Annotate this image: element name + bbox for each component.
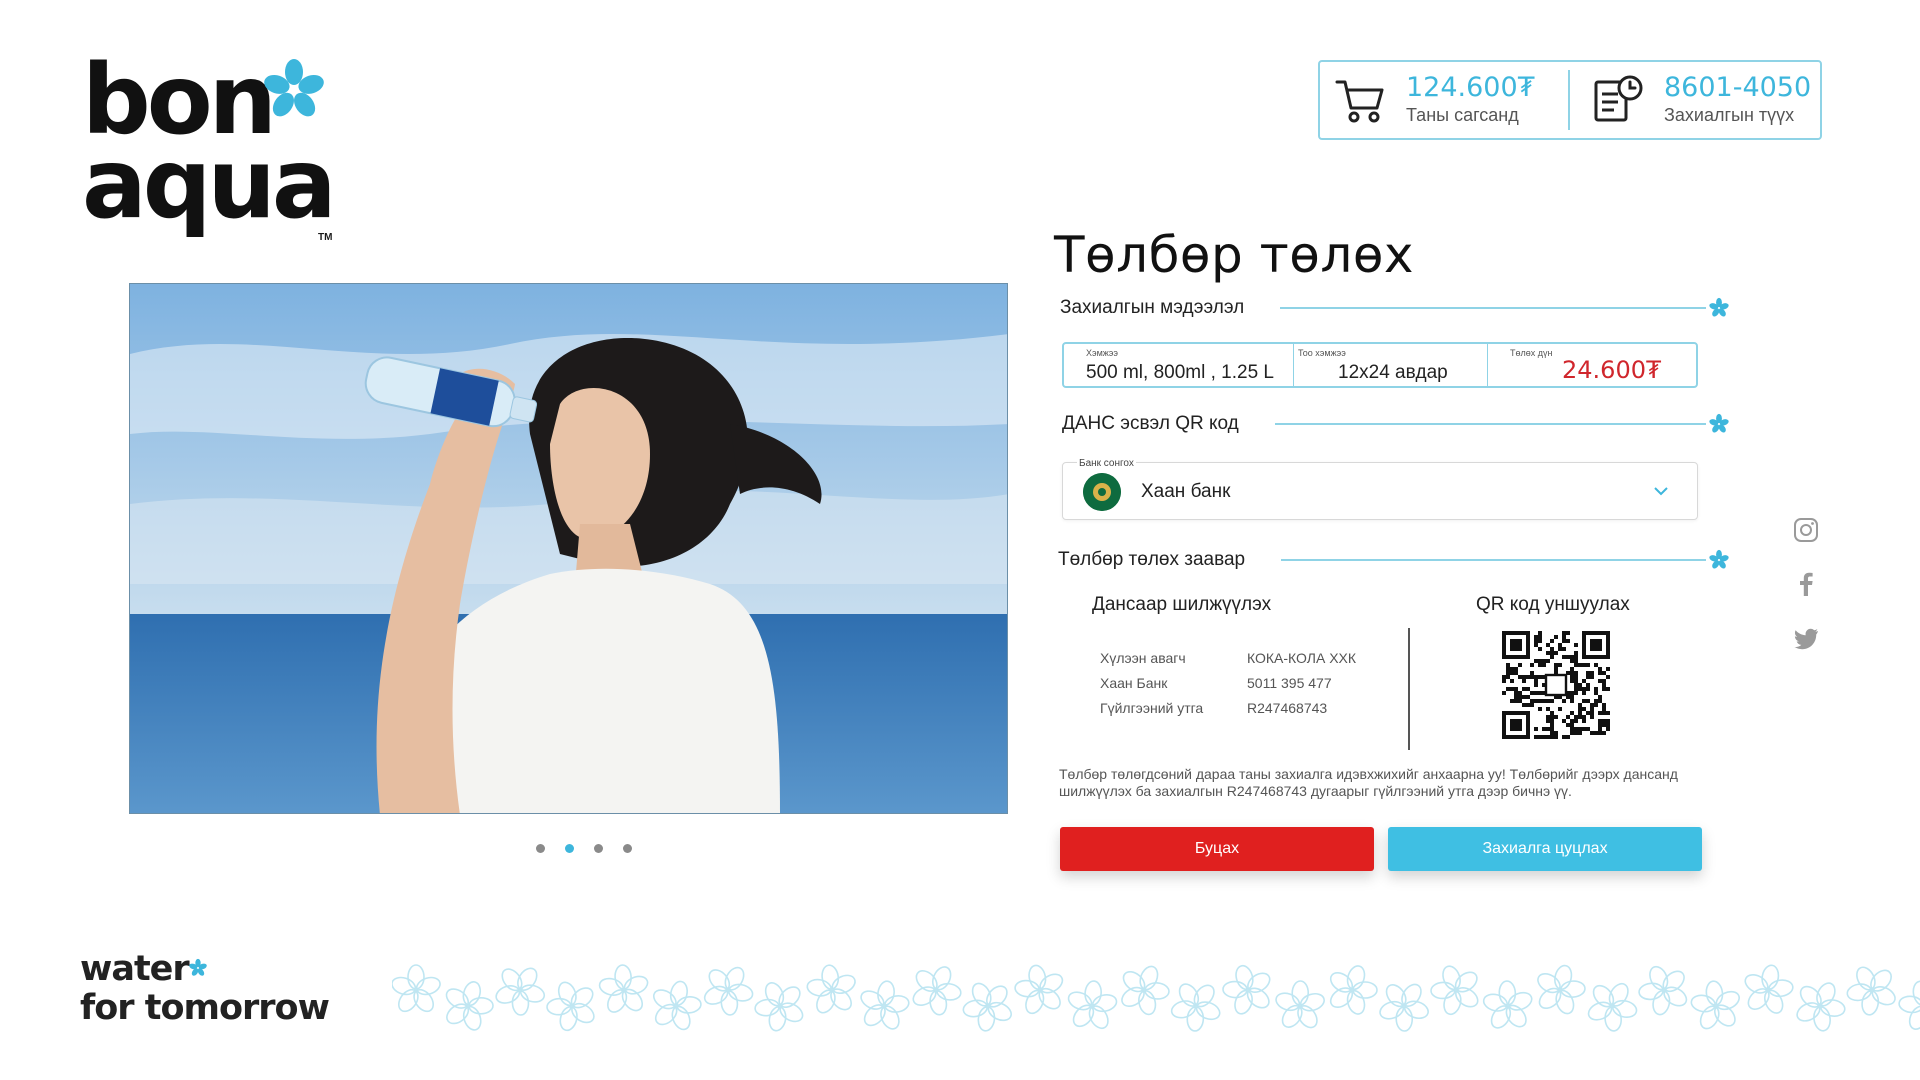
carousel-dot[interactable] [536,844,545,853]
order-qty-cell: Тоо хэмжээ 12x24 авдар [1294,344,1488,386]
transfer-value-account: 5011 395 477 [1247,675,1332,691]
order-sum-label: Төлөх дүн [1510,348,1553,358]
section-account-title: ДАНС эсвэл QR код [1062,413,1239,434]
twitter-icon[interactable] [1792,624,1820,652]
page-title: Төлбөр төлөх [1054,226,1415,284]
order-number: 8601-4050 [1664,72,1812,103]
chevron-down-icon [1654,487,1668,496]
section-instructions: Төлбөр төлөх заавар [1058,548,1730,572]
order-sum-value: 24.600₮ [1562,356,1662,384]
order-history-label: Захиалгын түүх [1664,105,1795,125]
header-info-box: 124.600₮ Таны сагсанд 8601-4050 Захиалгы… [1318,60,1822,140]
facebook-icon[interactable] [1792,570,1820,598]
order-history[interactable]: 8601-4050 Захиалгын түүх [1570,62,1820,138]
transfer-heading: Дансаар шилжүүлэх [1092,594,1272,615]
flower-icon [264,59,324,117]
instagram-icon[interactable] [1792,516,1820,544]
order-size-cell: Хэмжээ 500 ml, 800ml , 1.25 L [1064,344,1294,386]
section-order-info: Захиалгын мэдээлэл [1060,296,1730,320]
transfer-value-recipient: КОКА-КОЛА ХХК [1247,650,1357,666]
carousel-dot[interactable] [594,844,603,853]
transfer-key-recipient: Хүлээн авагч [1100,650,1186,666]
woman-drinking-water-illustration [130,284,1007,813]
carousel-dot[interactable] [565,844,574,853]
flower-icon [1709,549,1729,569]
payment-qr-code [1502,631,1610,739]
carousel-dot[interactable] [623,844,632,853]
carousel-dots [536,844,632,853]
tagline-line2: for tomorrow [80,988,330,1028]
qr-heading: QR код уншуулах [1476,594,1630,615]
bonaqua-logo[interactable]: bon aqua TM [82,52,342,243]
section-divider-line [1274,423,1706,425]
transfer-value-reference: R247468743 [1247,700,1328,716]
carousel-image[interactable] [129,283,1008,814]
trademark: TM [318,232,333,243]
bank-select[interactable]: Банк сонгох Хаан банк [1062,458,1698,520]
cart-icon [1335,80,1384,123]
flower-icon [189,958,207,976]
section-divider-line [1280,307,1706,309]
cart-label: Таны сагсанд [1406,105,1519,125]
khan-bank-logo-icon [1083,473,1121,511]
order-sum-cell: Төлөх дүн 24.600₮ [1488,344,1696,386]
section-instructions-title: Төлбөр төлөх заавар [1058,549,1246,570]
back-button[interactable]: Буцах [1060,827,1374,871]
section-account: ДАНС эсвэл QR код [1060,412,1730,436]
flower-icon [1709,297,1729,317]
cart-summary[interactable]: 124.600₮ Таны сагсанд [1320,62,1568,138]
order-size-value: 500 ml, 800ml , 1.25 L [1086,362,1274,383]
instructions-divider [1408,628,1410,750]
cancel-order-button[interactable]: Захиалга цуцлах [1388,827,1702,871]
bank-selected-value: Хаан банк [1141,481,1231,502]
cart-total: 124.600₮ [1406,72,1535,103]
order-size-label: Хэмжээ [1086,348,1118,358]
section-divider-line [1281,559,1706,561]
order-summary-box: Хэмжээ 500 ml, 800ml , 1.25 L Тоо хэмжээ… [1062,342,1698,388]
payment-note: Төлбөр төлөгдсөний дараа таны захиалга и… [1059,766,1678,799]
transfer-key-account: Хаан Банк [1100,675,1168,691]
order-qty-label: Тоо хэмжээ [1298,348,1346,358]
flower-icon [1709,413,1729,433]
bank-select-label: Банк сонгох [1077,458,1136,469]
transfer-key-reference: Гүйлгээний утга [1100,700,1204,716]
order-history-icon [1594,75,1643,122]
logo-text-aqua: aqua [82,128,337,240]
order-qty-value: 12x24 авдар [1338,362,1448,383]
flower-pattern-decoration [392,964,1920,1032]
section-order-info-title: Захиалгын мэдээлэл [1060,297,1245,318]
